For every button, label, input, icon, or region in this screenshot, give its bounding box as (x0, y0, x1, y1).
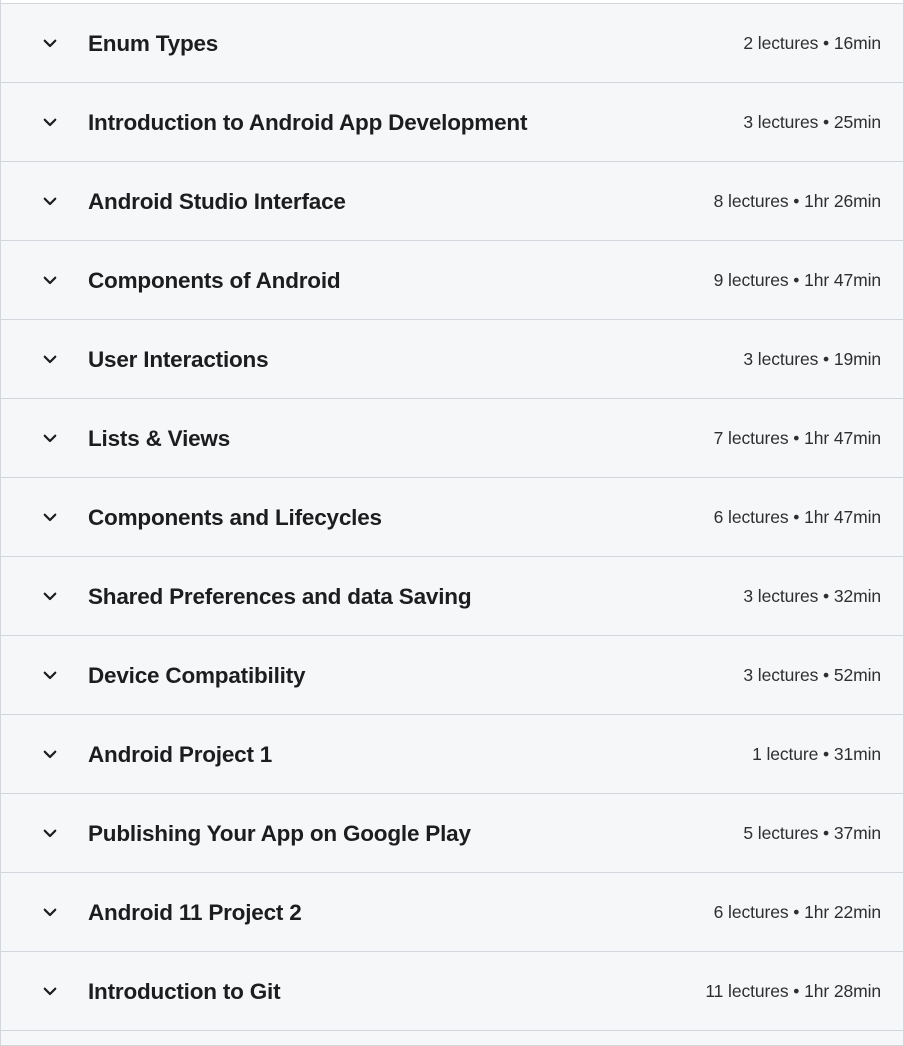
course-curriculum-accordion: Enum Types 2 lectures • 16min Introduction… (0, 0, 904, 1046)
curriculum-section-row[interactable]: Android Studio Interface 8 lectures • 1hr… (0, 161, 904, 240)
section-expand-toggle[interactable] (1, 508, 73, 526)
curriculum-section-row[interactable]: Components and Lifecycles 6 lectures • 1h… (0, 477, 904, 556)
section-meta: 7 lectures • 1hr 47min (713, 427, 881, 448)
section-expand-toggle[interactable] (1, 429, 73, 447)
section-expand-toggle[interactable] (1, 192, 73, 210)
chevron-down-icon (41, 982, 59, 1000)
section-expand-toggle[interactable] (1, 350, 73, 368)
section-title: Android 11 Project 2 (88, 899, 302, 925)
chevron-down-icon (41, 666, 59, 684)
chevron-down-icon (41, 903, 59, 921)
section-title: Shared Preferences and data Saving (88, 583, 472, 609)
chevron-down-icon (41, 192, 59, 210)
curriculum-section-row[interactable]: Introduction to Android App Development 3… (0, 82, 904, 161)
section-title: Components of Android (88, 267, 341, 293)
curriculum-section-row[interactable]: Publishing Your App on Google Play 5 lect… (0, 793, 904, 872)
chevron-down-icon (41, 587, 59, 605)
chevron-down-icon (41, 113, 59, 131)
section-expand-toggle[interactable] (1, 824, 73, 842)
section-meta: 2 lectures • 16min (743, 32, 881, 53)
section-meta: 3 lectures • 19min (743, 348, 881, 369)
section-title: User Interactions (88, 346, 269, 372)
chevron-down-icon (41, 508, 59, 526)
section-title: Android Studio Interface (88, 188, 346, 214)
curriculum-section-row[interactable]: Enum Types 2 lectures • 16min (0, 3, 904, 82)
curriculum-section-row[interactable]: User Interactions 3 lectures • 19min (0, 319, 904, 398)
section-meta: 8 lectures • 1hr 26min (713, 190, 881, 211)
chevron-down-icon (41, 824, 59, 842)
section-expand-toggle[interactable] (1, 982, 73, 1000)
section-title: Publishing Your App on Google Play (88, 820, 471, 846)
curriculum-section-row[interactable]: Introduction to Git 11 lectures • 1hr 28m… (0, 951, 904, 1030)
curriculum-section-row[interactable]: Lists & Views 7 lectures • 1hr 47min (0, 398, 904, 477)
section-expand-toggle[interactable] (1, 903, 73, 921)
curriculum-section-row[interactable]: Android Project 1 1 lecture • 31min (0, 714, 904, 793)
section-meta: 3 lectures • 32min (743, 585, 881, 606)
section-expand-toggle[interactable] (1, 745, 73, 763)
section-meta: 6 lectures • 1hr 47min (713, 506, 881, 527)
chevron-down-icon (41, 429, 59, 447)
section-meta: 11 lectures • 1hr 28min (705, 980, 881, 1001)
section-expand-toggle[interactable] (1, 587, 73, 605)
section-title: Enum Types (88, 30, 219, 56)
section-meta: 3 lectures • 52min (743, 664, 881, 685)
chevron-down-icon (41, 350, 59, 368)
section-title: Introduction to Android App Development (88, 109, 528, 135)
section-expand-toggle[interactable] (1, 34, 73, 52)
section-meta: 5 lectures • 37min (743, 822, 881, 843)
section-meta: 9 lectures • 1hr 47min (713, 269, 881, 290)
section-title: Android Project 1 (88, 741, 273, 767)
chevron-down-icon (41, 271, 59, 289)
curriculum-section-row[interactable]: Device Compatibility 3 lectures • 52min (0, 635, 904, 714)
section-meta: 3 lectures • 25min (743, 111, 881, 132)
curriculum-section-row[interactable]: Shared Preferences and data Saving 3 lect… (0, 556, 904, 635)
section-expand-toggle[interactable] (1, 666, 73, 684)
curriculum-section-row[interactable]: Android 11 Project 2 6 lectures • 1hr 22m… (0, 872, 904, 951)
chevron-down-icon (41, 34, 59, 52)
section-expand-toggle[interactable] (1, 113, 73, 131)
section-title: Device Compatibility (88, 662, 306, 688)
section-title: Lists & Views (88, 425, 231, 451)
section-meta: 6 lectures • 1hr 22min (713, 901, 881, 922)
section-meta: 1 lecture • 31min (752, 743, 881, 764)
chevron-down-icon (41, 745, 59, 763)
section-title: Introduction to Git (88, 978, 281, 1004)
curriculum-section-row[interactable]: Components of Android 9 lectures • 1hr 47… (0, 240, 904, 319)
section-title: Components and Lifecycles (88, 504, 382, 530)
section-expand-toggle[interactable] (1, 271, 73, 289)
